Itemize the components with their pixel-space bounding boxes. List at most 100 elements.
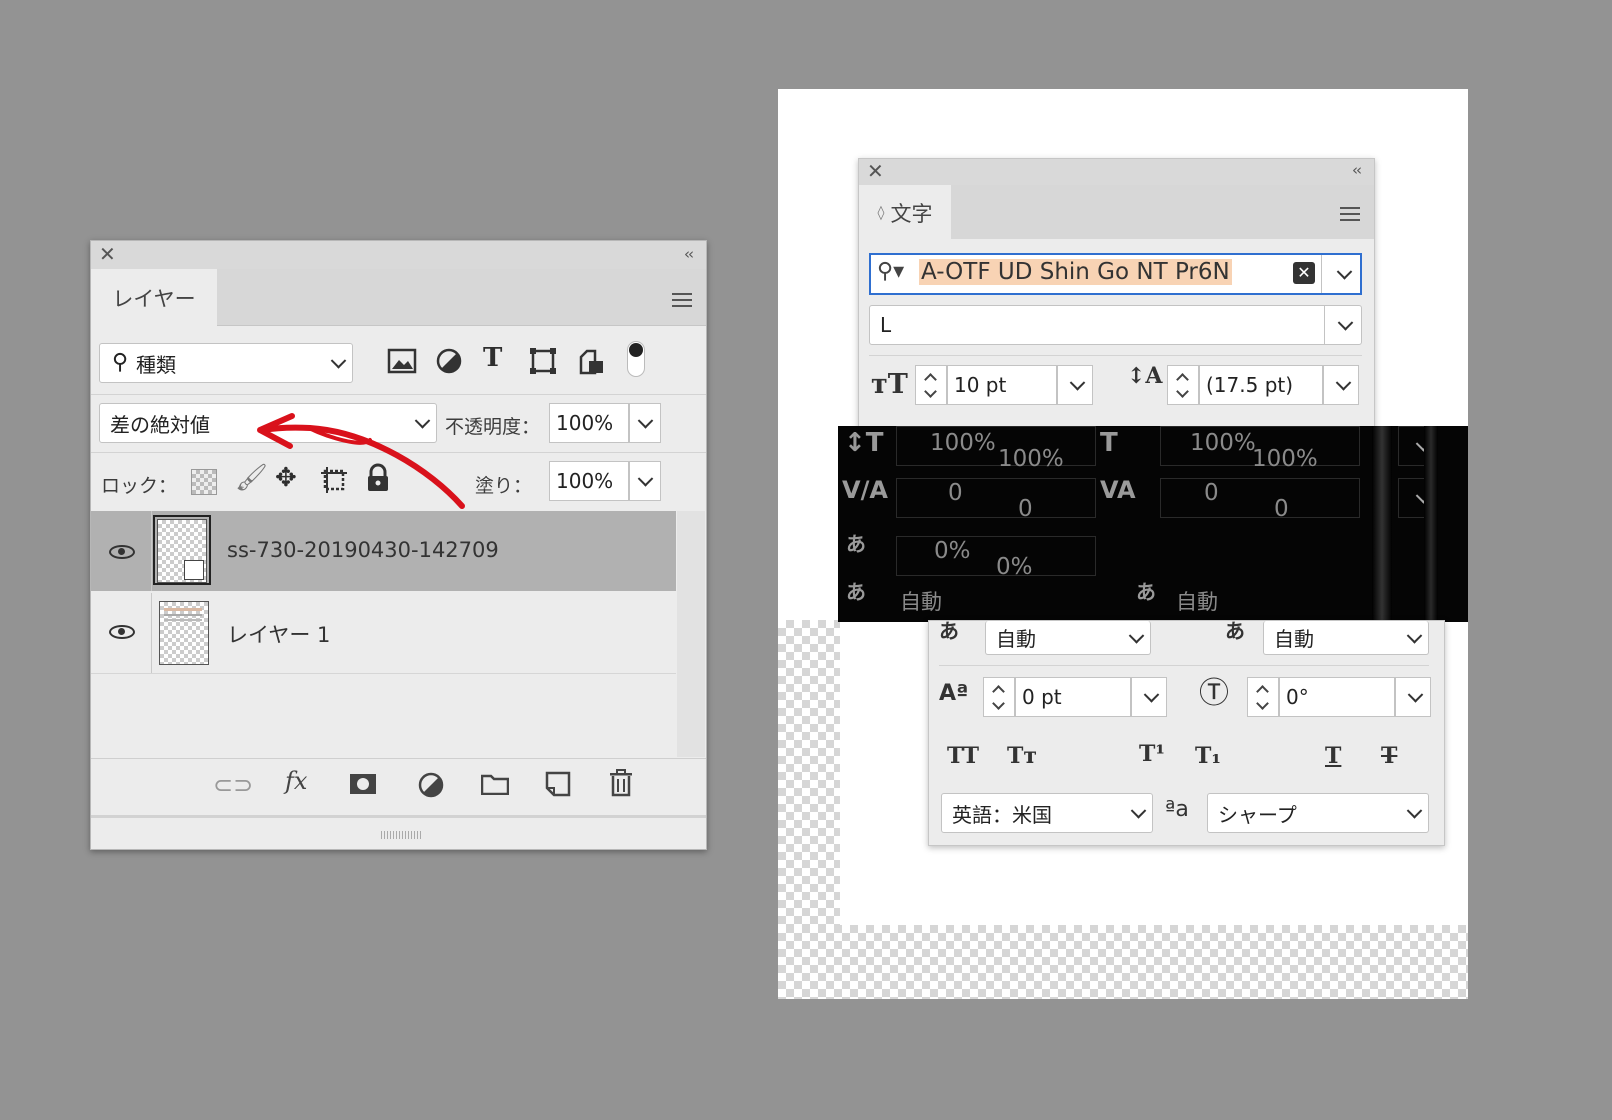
superscript-icon[interactable]: T¹: [1139, 741, 1165, 767]
subscript-icon[interactable]: T₁: [1195, 743, 1221, 769]
antialias-icon: ªa: [1165, 797, 1189, 822]
rotation-stepper[interactable]: [1247, 677, 1279, 717]
new-layer-icon[interactable]: [545, 771, 571, 801]
smart-object-filter-icon[interactable]: [577, 347, 605, 380]
add-mask-icon[interactable]: [349, 773, 377, 799]
underline-icon[interactable]: T: [1325, 743, 1341, 769]
font-style-value: L: [880, 313, 892, 337]
tsume-icon: あ: [846, 532, 866, 556]
image-filter-icon[interactable]: [387, 347, 417, 380]
layer-name[interactable]: ss-730-20190430-142709: [227, 538, 499, 562]
leading-input[interactable]: (17.5 pt): [1199, 365, 1323, 405]
aki-right-select[interactable]: 自動: [1263, 621, 1429, 655]
adjustment-filter-icon[interactable]: [435, 347, 463, 380]
fill-label: 塗り：: [475, 475, 533, 497]
font-size-icon: ᴛT: [871, 369, 908, 400]
all-caps-icon[interactable]: TT: [947, 743, 979, 769]
character-panel: ✕ ‹‹ ◊ 文字 ⚲▾ A-OTF UD Shin Go NT Pr6N ✕ L…: [858, 158, 1375, 430]
leading-icon: ↕A: [1127, 363, 1163, 389]
visibility-eye-icon[interactable]: [109, 545, 135, 559]
horizontal-scale-value-echo: 100%: [1252, 446, 1318, 472]
language-value: 英語：米国: [952, 802, 1052, 827]
collapse-icon[interactable]: ‹‹: [684, 245, 694, 263]
new-adjustment-layer-icon[interactable]: [417, 771, 445, 803]
clear-icon[interactable]: ✕: [1293, 262, 1315, 284]
small-caps-icon[interactable]: Tᴛ: [1007, 743, 1037, 769]
link-layers-icon[interactable]: ⊂⊃: [213, 773, 253, 797]
vertical-scale-value-echo: 100%: [998, 446, 1064, 472]
layer-filter-select[interactable]: ⚲ 種類: [99, 343, 353, 383]
fill-input[interactable]: 100%: [549, 461, 629, 501]
font-size-input[interactable]: 10 pt: [947, 365, 1057, 405]
layer-name[interactable]: レイヤー 1: [227, 619, 330, 649]
baseline-shift-dropdown-button[interactable]: [1131, 677, 1167, 717]
thumbnail-selection-frame: [153, 515, 211, 585]
vertical-scale-icon: ↕T: [844, 428, 884, 458]
layers-list: ss-730-20190430-142709 レイヤー 1: [91, 511, 676, 757]
opacity-input[interactable]: 100%: [549, 403, 629, 443]
layers-tab-row: レイヤー: [91, 269, 706, 326]
lock-transparent-pixels-icon[interactable]: [191, 469, 217, 495]
layers-panel: ✕ ‹‹ レイヤー ⚲ 種類 T 差の絶対値 不透明度： 100% ロック： 🖌…: [90, 240, 707, 850]
kerning-value: 0: [948, 480, 963, 506]
baseline-shift-icon: Aª: [939, 681, 969, 706]
resize-grip[interactable]: [381, 831, 421, 839]
shape-filter-icon[interactable]: [529, 347, 557, 380]
tab-layers[interactable]: レイヤー: [91, 269, 217, 326]
filter-toggle[interactable]: [627, 341, 645, 377]
layer-row[interactable]: ss-730-20190430-142709: [91, 511, 676, 591]
panel-menu-icon[interactable]: [1340, 203, 1360, 225]
search-icon: ⚲▾: [877, 259, 905, 284]
close-icon[interactable]: ✕: [867, 159, 884, 183]
panel-menu-icon[interactable]: [672, 289, 692, 311]
scrollbar[interactable]: [677, 511, 705, 757]
aki-left-icon: あ: [846, 580, 866, 604]
layer-row[interactable]: レイヤー 1: [91, 593, 676, 673]
type-filter-icon[interactable]: T: [483, 345, 502, 371]
leading-dropdown-button[interactable]: [1323, 365, 1359, 405]
trash-icon[interactable]: [609, 769, 633, 801]
search-icon: ⚲: [112, 350, 129, 375]
leading-stepper[interactable]: [1167, 365, 1199, 405]
character-tab-row: ◊ 文字: [859, 185, 1374, 240]
font-family-input[interactable]: ⚲▾ A-OTF UD Shin Go NT Pr6N ✕: [869, 253, 1362, 295]
horizontal-scale-value: 100%: [1190, 430, 1256, 456]
collapse-icon[interactable]: ‹‹: [1352, 161, 1362, 179]
layer-filter-label: 種類: [136, 352, 176, 377]
layers-bottom-bar: ⊂⊃ fx: [91, 758, 706, 815]
layer-thumbnail[interactable]: [159, 601, 209, 665]
rotation-input[interactable]: 0°: [1279, 677, 1395, 717]
layers-panel-titlebar: ✕ ‹‹: [91, 241, 706, 269]
tab-character[interactable]: ◊ 文字: [859, 185, 951, 240]
fill-dropdown-button[interactable]: [629, 461, 661, 501]
tracking-value-echo: 0: [1274, 496, 1289, 522]
antialias-select[interactable]: シャープ: [1207, 793, 1429, 833]
font-family-value: A-OTF UD Shin Go NT Pr6N: [919, 259, 1232, 285]
aki-right-icon: あ: [1225, 619, 1245, 643]
close-icon[interactable]: ✕: [99, 242, 116, 266]
blend-mode-value: 差の絶対値: [110, 412, 210, 437]
aki-left-value: 自動: [900, 590, 942, 614]
lock-label: ロック：: [101, 475, 178, 497]
visibility-eye-icon[interactable]: [109, 625, 135, 639]
font-style-select[interactable]: L: [869, 305, 1362, 345]
baseline-shift-stepper[interactable]: [983, 677, 1015, 717]
kerning-value-echo: 0: [1018, 496, 1033, 522]
aki-right-value: 自動: [1176, 590, 1218, 614]
new-group-folder-icon[interactable]: [480, 773, 510, 799]
tsume-value-echo: 0%: [996, 554, 1033, 580]
aki-right-value: 自動: [1274, 627, 1314, 651]
baseline-shift-input[interactable]: 0 pt: [1015, 677, 1131, 717]
opacity-dropdown-button[interactable]: [629, 403, 661, 443]
aki-left-select[interactable]: 自動: [985, 621, 1151, 655]
font-size-stepper[interactable]: [915, 365, 947, 405]
language-select[interactable]: 英語：米国: [941, 793, 1153, 833]
fx-icon[interactable]: fx: [285, 769, 307, 793]
horizontal-scale-icon: T: [1100, 428, 1118, 458]
transparency-area: [778, 925, 1468, 999]
font-size-dropdown-button[interactable]: [1057, 365, 1093, 405]
strikethrough-icon[interactable]: T: [1381, 743, 1397, 769]
character-panel-titlebar: ✕ ‹‹: [859, 159, 1374, 185]
rotation-dropdown-button[interactable]: [1395, 677, 1431, 717]
character-rotation-icon: Ⓣ: [1199, 676, 1229, 711]
